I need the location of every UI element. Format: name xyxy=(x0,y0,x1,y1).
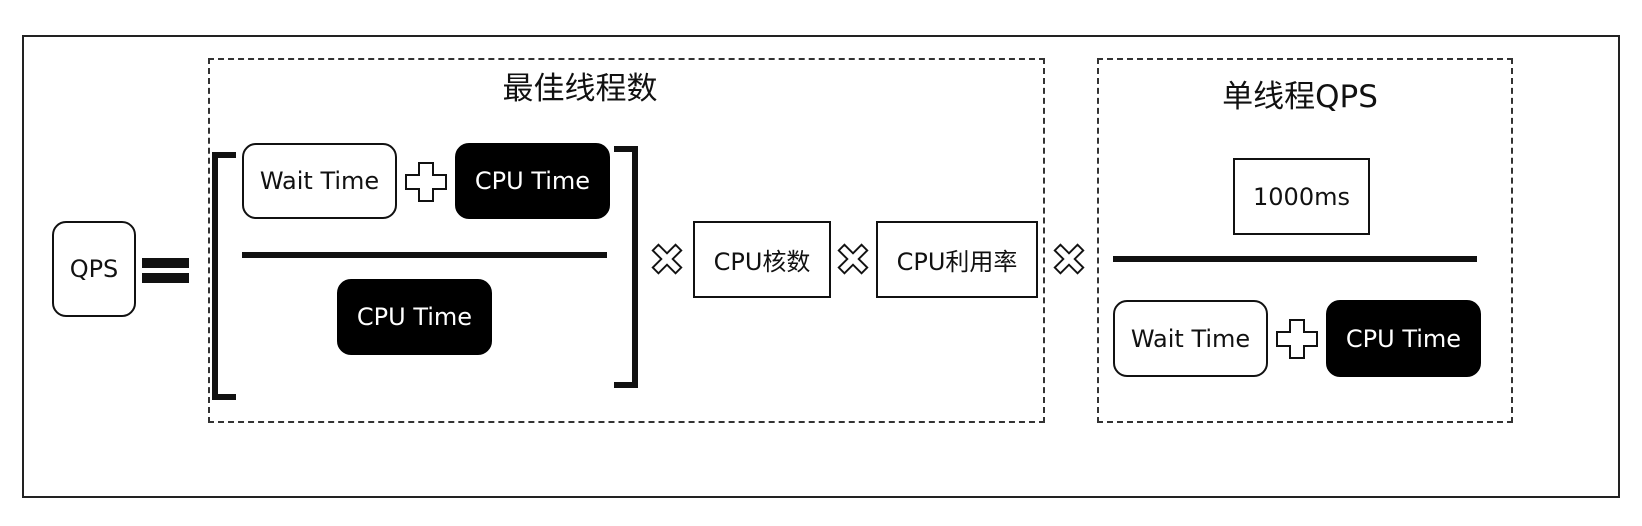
cpu-time-label: CPU Time xyxy=(474,167,591,195)
optimal-threads-title: 最佳线程数 xyxy=(502,71,658,107)
qps-label: QPS xyxy=(69,255,119,283)
right-bracket xyxy=(614,146,638,388)
qps-cpu-time-label: CPU Time xyxy=(1345,324,1462,353)
plus-icon xyxy=(405,162,447,202)
multiply-icon xyxy=(651,243,683,275)
cpu-cores-label: CPU核数 xyxy=(713,248,811,276)
equals-sign-bottom xyxy=(142,273,189,283)
qps-fraction-line xyxy=(1113,256,1477,262)
equals-sign-top xyxy=(142,258,189,268)
plus-icon xyxy=(1276,319,1318,359)
multiply-icon xyxy=(837,243,869,275)
ms-1000-box: 1000ms xyxy=(1233,158,1370,235)
fraction-line xyxy=(242,252,607,258)
cpu-utilization-label: CPU利用率 xyxy=(896,248,1018,276)
qps-wait-time-box: Wait Time xyxy=(1113,300,1268,377)
multiply-icon xyxy=(1053,243,1085,275)
single-thread-qps-title: 单线程QPS xyxy=(1222,79,1378,115)
cpu-time-denominator-box: CPU Time xyxy=(337,279,492,355)
qps-wait-time-label: Wait Time xyxy=(1130,324,1251,353)
cpu-cores-box: CPU核数 xyxy=(693,221,831,298)
qps-box: QPS xyxy=(52,221,136,317)
left-bracket xyxy=(212,152,236,400)
cpu-time-denominator-label: CPU Time xyxy=(356,303,473,331)
cpu-time-box: CPU Time xyxy=(455,143,610,219)
qps-cpu-time-box: CPU Time xyxy=(1326,300,1481,377)
wait-time-box: Wait Time xyxy=(242,143,397,219)
cpu-utilization-box: CPU利用率 xyxy=(876,221,1038,298)
ms-1000-label: 1000ms xyxy=(1253,182,1350,211)
wait-time-label: Wait Time xyxy=(259,167,380,195)
